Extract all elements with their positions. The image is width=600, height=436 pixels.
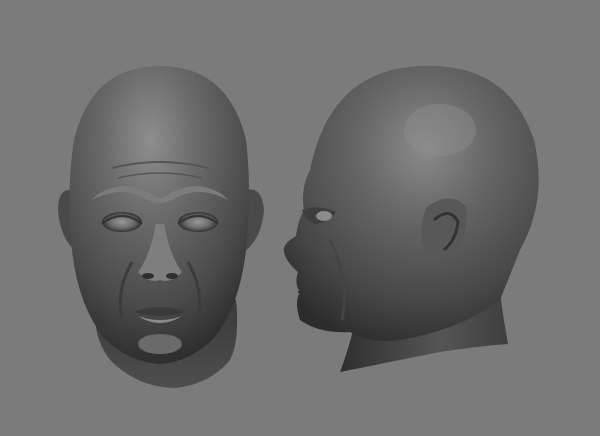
render-viewport (0, 0, 600, 436)
profile-head-render (283, 65, 539, 372)
render-canvas (58, 65, 539, 388)
front-head-render (58, 66, 264, 388)
